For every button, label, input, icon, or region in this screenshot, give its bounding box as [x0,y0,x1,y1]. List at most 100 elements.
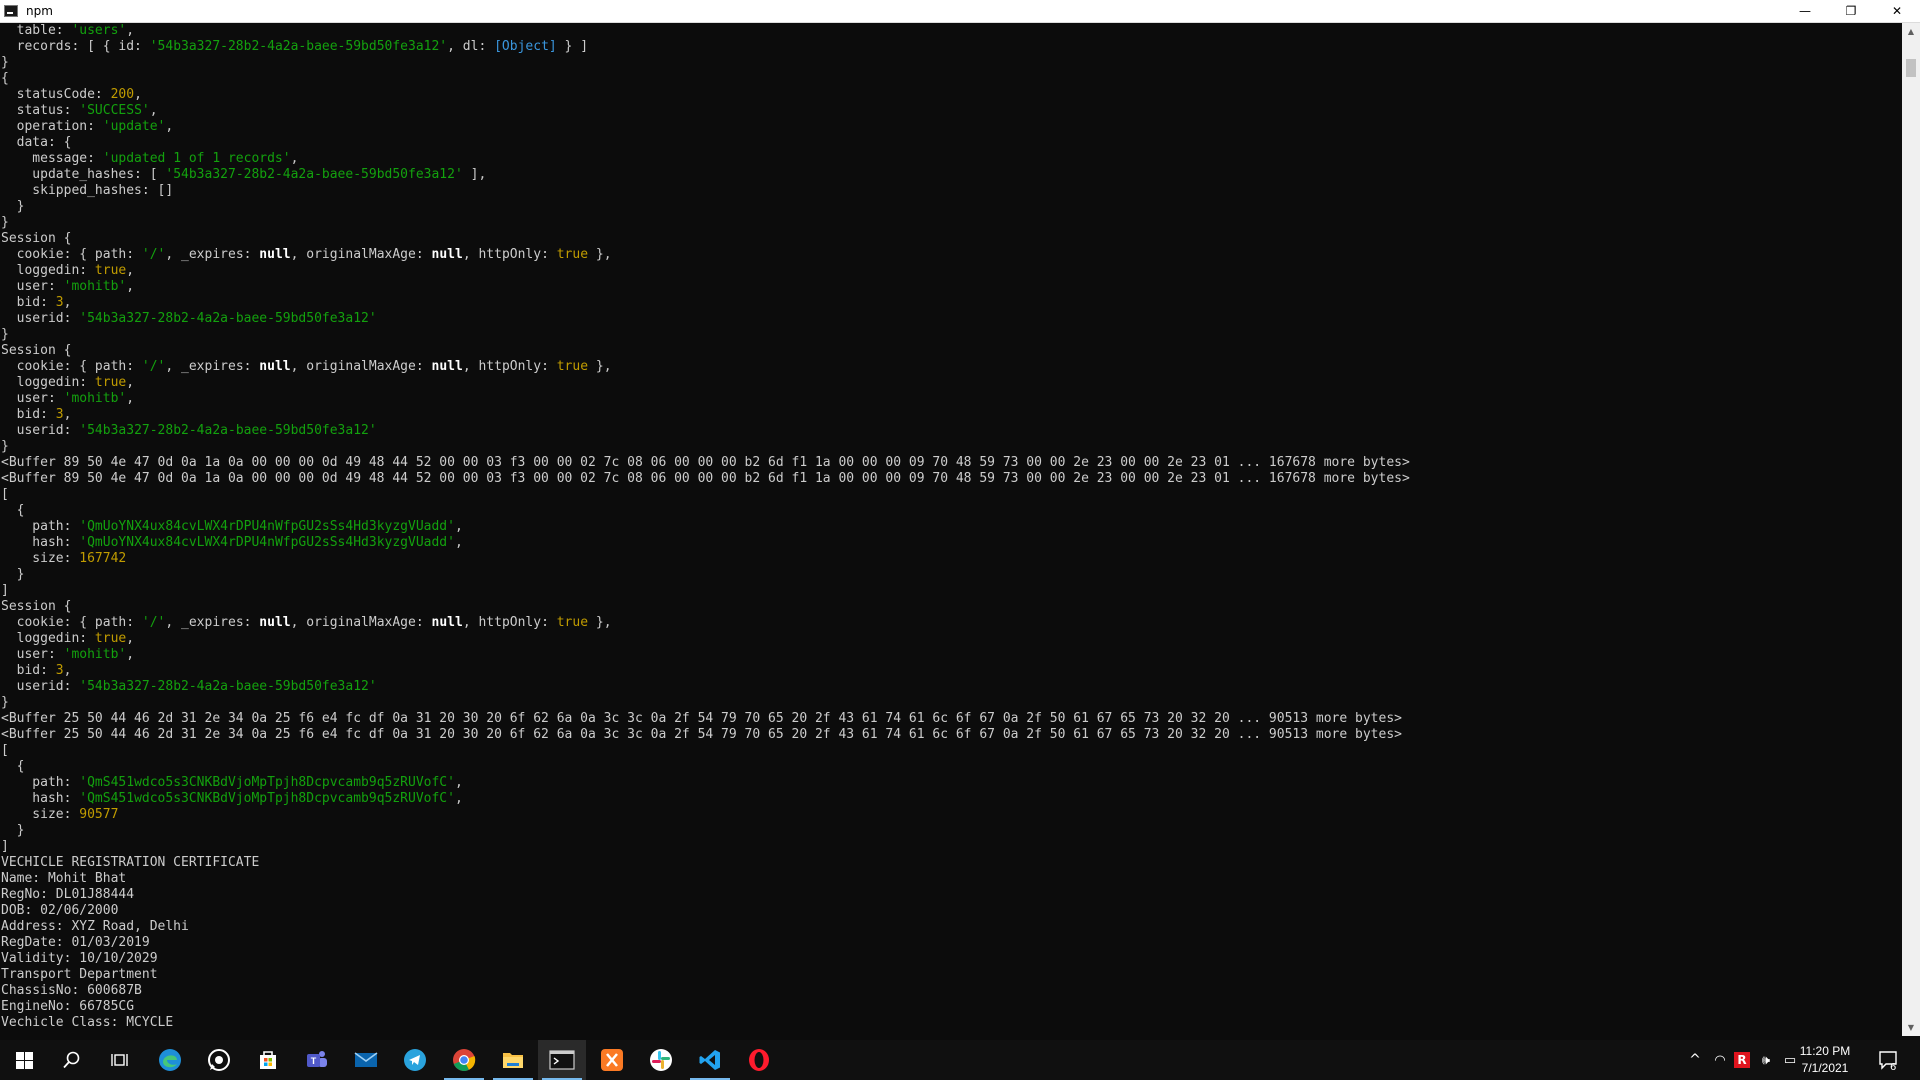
console-token: null [259,615,291,630]
console-token: } [1,823,25,838]
console-token: 3 [55,295,64,310]
start-button[interactable] [0,1040,48,1080]
console-token: Transport Department [1,967,158,982]
window-titlebar[interactable]: npm — ❐ ✕ [0,0,1920,23]
taskbar-opera[interactable] [735,1040,783,1080]
console-token: , [126,647,135,662]
show-hidden-icons-chevron-icon[interactable]: ^ [1684,1040,1706,1080]
console-line: size: 90577 [1,807,1902,823]
console-token: , _expires: [165,359,260,374]
taskbar-terminal[interactable] [538,1040,586,1080]
console-token: Validity: 10/10/2029 [1,951,158,966]
mail-icon [354,1052,378,1067]
taskbar-teams[interactable]: T [293,1040,341,1080]
taskbar-slack[interactable] [637,1040,685,1080]
console-token: '/' [141,247,166,262]
console-line: Transport Department [1,967,1902,983]
taskbar-whatsapp[interactable] [195,1040,243,1080]
console-token: , [126,631,135,646]
taskbar-xampp[interactable] [588,1040,636,1080]
minimize-button[interactable]: — [1782,0,1828,22]
console-line: { [1,71,1902,87]
console-token: , [126,263,135,278]
close-button[interactable]: ✕ [1874,0,1920,22]
console-line: loggedin: true, [1,263,1902,279]
console-output[interactable]: table: 'users', records: [ { id: '54b3a3… [0,23,1902,1036]
taskbar-telegram[interactable] [391,1040,439,1080]
console-token: , [126,375,135,390]
console-token: bid: [1,407,56,422]
teams-icon: T [307,1051,327,1067]
taskbar-file-explorer[interactable] [489,1040,537,1080]
vertical-scrollbar[interactable]: ▲ ▼ [1902,23,1920,1036]
taskbar-mail[interactable] [342,1040,390,1080]
search-button[interactable] [48,1040,96,1080]
console-token: { [1,503,25,518]
console-token: userid: [1,423,80,438]
console-token: , [290,151,299,166]
chrome-icon [453,1049,476,1071]
task-view-button[interactable] [96,1040,144,1080]
taskbar-vscode[interactable] [686,1040,734,1080]
console-token: , [126,391,135,406]
console-token: null [259,359,291,374]
console-line: userid: '54b3a327-28b2-4a2a-baee-59bd50f… [1,679,1902,695]
console-token: , [63,663,72,678]
console-token: 90577 [79,807,119,822]
console-line: DOB: 02/06/2000 [1,903,1902,919]
console-line: Address: XYZ Road, Delhi [1,919,1902,935]
console-token: , [126,279,135,294]
console-token: <Buffer 25 50 44 46 2d 31 2e 34 0a 25 f6… [1,727,1402,742]
console-line: <Buffer 25 50 44 46 2d 31 2e 34 0a 25 f6… [1,727,1902,743]
taskbar-store[interactable] [244,1040,292,1080]
console-token: 167742 [79,551,127,566]
console-token: 'update' [102,119,166,134]
console-token: [Object] [494,39,557,54]
scroll-down-arrow-icon[interactable]: ▼ [1902,1019,1920,1036]
console-token: , originalMaxAge: [290,359,432,374]
notification-count-badge: 6 [1890,1062,1897,1073]
console-token: Session { [1,231,72,246]
taskbar-chrome[interactable] [440,1040,488,1080]
console-token: '54b3a327-28b2-4a2a-baee-59bd50fe3a12' [79,311,377,326]
maximize-button[interactable]: ❐ [1828,0,1874,22]
console-token: , [134,87,142,102]
console-token: 3 [55,407,64,422]
console-token: 200 [110,87,135,102]
console-token: }, [588,247,612,262]
window-title: npm [26,4,53,18]
notification-center-button[interactable]: 6 [1874,1040,1904,1080]
console-token: <Buffer 25 50 44 46 2d 31 2e 34 0a 25 f6… [1,711,1402,726]
console-token: } [1,215,9,230]
console-token: 'SUCCESS' [79,103,150,118]
task-view-icon [111,1054,128,1066]
microsoft-store-icon [260,1051,276,1069]
taskbar-clock[interactable]: 11:20 PM 7/1/2021 [1790,1043,1860,1077]
console-line: [ [1,487,1902,503]
console-token: 'mohitb' [63,647,127,662]
console-line: hash: 'QmS451wdco5s3CNKBdVjoMpTpjh8Dcpvc… [1,791,1902,807]
console-token: DOB: 02/06/2000 [1,903,119,918]
console-line: Session { [1,231,1902,247]
console-token: statusCode: [1,87,111,102]
window-controls: — ❐ ✕ [1782,0,1920,22]
console-token: , [149,103,158,118]
console-token: table: [1,23,72,38]
tray-app-icon[interactable]: R [1733,1040,1751,1080]
volume-icon[interactable]: 🕪 [1755,1040,1777,1080]
console-line: Name: Mohit Bhat [1,871,1902,887]
scroll-up-arrow-icon[interactable]: ▲ [1902,23,1920,40]
console-token: }, [588,615,612,630]
console-token: 'QmS451wdco5s3CNKBdVjoMpTpjh8Dcpvcamb9q5… [79,791,455,806]
network-wifi-icon[interactable]: ◠ [1709,1040,1731,1080]
console-token: cookie: { path: [1,615,142,630]
console-token: null [431,359,463,374]
console-line: statusCode: 200, [1,87,1902,103]
console-token: user: [1,279,64,294]
console-token: '54b3a327-28b2-4a2a-baee-59bd50fe3a12' [79,679,377,694]
taskbar-edge[interactable] [146,1040,194,1080]
console-token: 'QmUoYNX4ux84cvLWX4rDPU4nWfpGU2sSs4Hd3ky… [79,535,455,550]
scrollbar-thumb[interactable] [1906,59,1916,77]
console-token: '54b3a327-28b2-4a2a-baee-59bd50fe3a12' [149,39,448,54]
console-line: EngineNo: 66785CG [1,999,1902,1015]
